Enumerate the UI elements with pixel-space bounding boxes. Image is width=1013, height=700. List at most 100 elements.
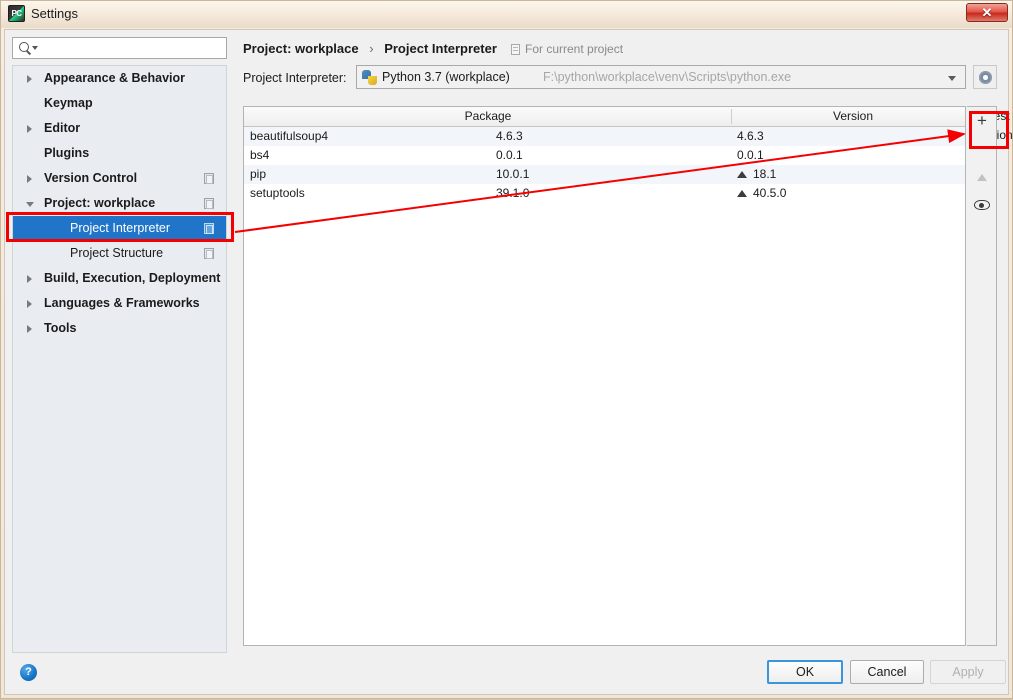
settings-tree[interactable]: Appearance & Behavior Keymap Editor Plugins… bbox=[12, 65, 227, 653]
package-name: bs4 bbox=[250, 148, 270, 162]
package-name: setuptools bbox=[250, 186, 305, 200]
chevron-right-icon[interactable] bbox=[27, 125, 32, 133]
search-box[interactable] bbox=[12, 37, 227, 59]
search-input[interactable] bbox=[41, 40, 221, 57]
interpreter-path: F:\python\workplace\venv\Scripts\python.… bbox=[543, 70, 792, 84]
upgrade-package-button[interactable] bbox=[967, 163, 997, 191]
triangle-up-icon bbox=[977, 174, 987, 181]
column-header-label: Package bbox=[464, 109, 512, 123]
table-row[interactable]: beautifulsoup4 4.6.3 4.6.3 bbox=[244, 127, 965, 146]
scope-note-label: For current project bbox=[525, 42, 624, 56]
table-row[interactable]: setuptools 39.1.0 40.5.0 bbox=[244, 184, 965, 203]
sidebar-item-editor[interactable]: Editor bbox=[13, 116, 226, 141]
sidebar-item-project-interpreter[interactable]: Project Interpreter bbox=[13, 216, 226, 241]
package-latest-version: 18.1 bbox=[753, 167, 777, 181]
sidebar-item-label: Project Interpreter bbox=[70, 221, 171, 235]
sidebar-item-project-structure[interactable]: Project Structure bbox=[13, 241, 226, 266]
package-latest-version: 0.0.1 bbox=[737, 148, 764, 162]
pycharm-icon: PC bbox=[8, 5, 25, 22]
package-version: 10.0.1 bbox=[496, 167, 530, 181]
sidebar-item-label: Tools bbox=[44, 321, 77, 335]
interpreter-dropdown[interactable]: Python 3.7 (workplace) F:\python\workpla… bbox=[356, 65, 966, 89]
sidebar-item-label: Build, Execution, Deployment bbox=[44, 271, 221, 285]
column-header-version[interactable]: Version bbox=[732, 107, 974, 126]
settings-window: PC Settings ✕ Appearance & Behavior Keyma… bbox=[0, 0, 1013, 699]
project-scope-icon bbox=[204, 248, 214, 259]
packages-table: PackageVersionLatest version beautifulso… bbox=[243, 106, 1013, 646]
package-latest-version: 40.5.0 bbox=[753, 186, 787, 200]
help-button[interactable]: ? bbox=[20, 664, 37, 681]
project-scope-icon bbox=[204, 223, 214, 234]
main-panel: Project: workplace › Project Interpreter… bbox=[238, 32, 1013, 657]
package-name: beautifulsoup4 bbox=[250, 129, 329, 143]
interpreter-name: Python 3.7 (workplace) bbox=[382, 70, 510, 84]
python-icon bbox=[362, 70, 377, 85]
sidebar-item-plugins[interactable]: Plugins bbox=[13, 141, 226, 166]
scope-note: For current project bbox=[511, 42, 624, 56]
upgrade-available-icon bbox=[737, 190, 747, 197]
column-header-package[interactable]: Package bbox=[244, 107, 732, 126]
package-version: 0.0.1 bbox=[496, 148, 523, 162]
show-early-releases-button[interactable] bbox=[967, 191, 997, 219]
minus-icon: − bbox=[977, 140, 987, 157]
window-title: Settings bbox=[31, 6, 78, 21]
add-package-button[interactable]: + bbox=[967, 107, 997, 135]
sidebar-item-build-execution-deployment[interactable]: Build, Execution, Deployment bbox=[13, 266, 226, 291]
breadcrumb: Project: workplace › Project Interpreter bbox=[243, 41, 497, 59]
sidebar-item-label: Project Structure bbox=[70, 246, 164, 260]
chevron-down-icon bbox=[948, 76, 956, 81]
sidebar-item-label: Project: workplace bbox=[44, 196, 156, 210]
packages-table-body[interactable]: beautifulsoup4 4.6.3 4.6.3 bs4 0.0.1 0.0.1 pip… bbox=[244, 127, 965, 203]
breadcrumb-parent[interactable]: Project: workplace bbox=[243, 41, 359, 56]
sidebar-item-version-control[interactable]: Version Control bbox=[13, 166, 226, 191]
sidebar-item-project-workplace[interactable]: Project: workplace bbox=[13, 191, 226, 216]
sidebar-item-label: Keymap bbox=[44, 96, 93, 110]
sidebar: Appearance & Behavior Keymap Editor Plugins… bbox=[7, 32, 235, 657]
project-scope-icon bbox=[511, 44, 520, 55]
plus-icon: + bbox=[977, 111, 987, 130]
search-icon bbox=[19, 42, 29, 52]
chevron-right-icon[interactable] bbox=[27, 275, 32, 283]
packages-table-header: PackageVersionLatest version bbox=[244, 107, 1013, 142]
project-scope-icon bbox=[204, 173, 214, 184]
settings-body: Appearance & Behavior Keymap Editor Plugins… bbox=[4, 29, 1013, 695]
upgrade-available-icon bbox=[737, 171, 747, 178]
column-header-label: Version bbox=[832, 109, 874, 123]
sidebar-item-label: Editor bbox=[44, 121, 81, 135]
table-row[interactable]: pip 10.0.1 18.1 bbox=[244, 165, 965, 184]
sidebar-item-label: Version Control bbox=[44, 171, 138, 185]
sidebar-item-label: Appearance & Behavior bbox=[44, 71, 186, 85]
breadcrumb-separator: › bbox=[369, 41, 374, 56]
interpreter-settings-button[interactable] bbox=[973, 65, 997, 89]
cancel-button[interactable]: Cancel bbox=[850, 660, 924, 684]
sidebar-item-keymap[interactable]: Keymap bbox=[13, 91, 226, 116]
package-name: pip bbox=[250, 167, 267, 181]
chevron-right-icon[interactable] bbox=[27, 75, 32, 83]
project-scope-icon bbox=[204, 198, 214, 209]
chevron-right-icon[interactable] bbox=[27, 325, 32, 333]
interpreter-label: Project Interpreter: bbox=[243, 71, 347, 85]
chevron-right-icon[interactable] bbox=[27, 300, 32, 308]
package-latest-version: 4.6.3 bbox=[737, 129, 764, 143]
packages-toolbar: + − bbox=[967, 106, 997, 646]
sidebar-item-appearance-behavior[interactable]: Appearance & Behavior bbox=[13, 66, 226, 91]
sidebar-item-languages-frameworks[interactable]: Languages & Frameworks bbox=[13, 291, 226, 316]
ok-button[interactable]: OK bbox=[767, 660, 843, 684]
sidebar-item-label: Plugins bbox=[44, 146, 90, 160]
chevron-right-icon[interactable] bbox=[27, 175, 32, 183]
remove-package-button[interactable]: − bbox=[967, 135, 997, 163]
dialog-footer: ? OK Cancel Apply bbox=[5, 656, 1008, 694]
breadcrumb-current: Project Interpreter bbox=[384, 41, 497, 56]
package-version: 39.1.0 bbox=[496, 186, 530, 200]
title-bar: PC Settings ✕ bbox=[1, 1, 1012, 28]
sidebar-item-label: Languages & Frameworks bbox=[44, 296, 200, 310]
package-version: 4.6.3 bbox=[496, 129, 523, 143]
sidebar-item-tools[interactable]: Tools bbox=[13, 316, 226, 341]
chevron-down-icon bbox=[32, 46, 38, 50]
apply-button: Apply bbox=[930, 660, 1006, 684]
chevron-down-icon[interactable] bbox=[26, 202, 34, 207]
close-icon: ✕ bbox=[981, 5, 993, 20]
gear-icon bbox=[979, 71, 992, 84]
close-button[interactable]: ✕ bbox=[966, 3, 1008, 22]
table-row[interactable]: bs4 0.0.1 0.0.1 bbox=[244, 146, 965, 165]
